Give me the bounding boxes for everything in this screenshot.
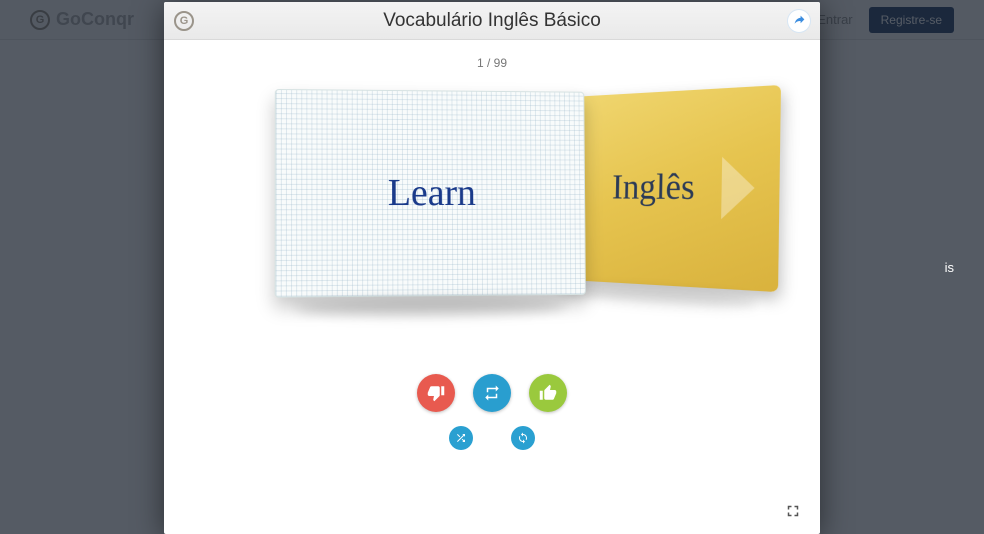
share-arrow-icon [793, 14, 806, 27]
expand-icon [784, 502, 802, 520]
thumbs-down-icon [427, 384, 445, 402]
current-card-text: Learn [388, 171, 476, 215]
dislike-button[interactable] [417, 374, 455, 412]
primary-controls [164, 374, 820, 412]
restart-button[interactable] [511, 426, 535, 450]
refresh-icon [517, 432, 529, 444]
fullscreen-button[interactable] [784, 502, 802, 520]
flip-icon [483, 384, 501, 402]
share-button[interactable] [788, 10, 810, 32]
chevron-right-icon [721, 156, 755, 220]
shuffle-button[interactable] [449, 426, 473, 450]
secondary-controls [164, 426, 820, 450]
like-button[interactable] [529, 374, 567, 412]
card-counter: 1 / 99 [164, 56, 820, 70]
deck-title: Vocabulário Inglês Básico [164, 10, 820, 32]
card-stage: Inglês Learn [164, 90, 820, 370]
goconqr-icon[interactable]: G [174, 11, 194, 31]
shuffle-icon [455, 432, 467, 444]
modal-body: 1 / 99 Inglês Learn [164, 40, 820, 534]
current-card[interactable]: Learn [275, 89, 586, 298]
next-card-text: Inglês [612, 167, 695, 209]
background-text: is [945, 260, 954, 275]
thumbs-up-icon [539, 384, 557, 402]
modal-header: G Vocabulário Inglês Básico [164, 2, 820, 40]
flip-button[interactable] [473, 374, 511, 412]
flashcard-modal: G Vocabulário Inglês Básico 1 / 99 Inglê… [164, 2, 820, 534]
